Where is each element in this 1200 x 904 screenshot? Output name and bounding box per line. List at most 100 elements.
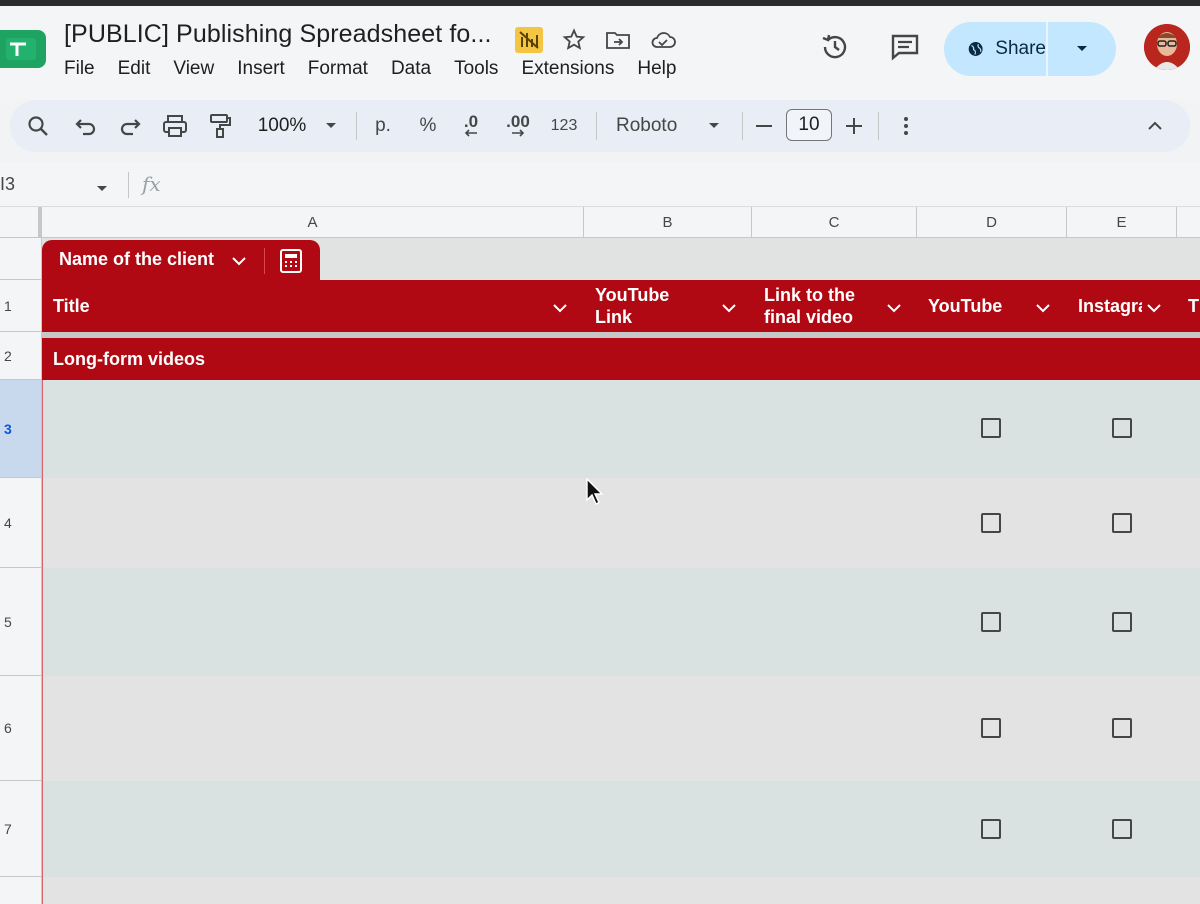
decrease-font-size-icon[interactable] <box>752 100 776 152</box>
table-menu-chevron-icon[interactable] <box>231 254 247 272</box>
header-instagram[interactable]: Instagra <box>1078 280 1142 332</box>
column-menu-chevron-icon[interactable] <box>552 300 568 316</box>
menu-file[interactable]: File <box>64 58 95 80</box>
table-row[interactable] <box>42 877 1200 904</box>
column-menu-chevron-icon[interactable] <box>1035 300 1051 316</box>
header-youtube[interactable]: YouTube <box>928 280 1028 332</box>
checkbox-youtube-row6[interactable] <box>981 718 1001 738</box>
menu-extensions[interactable]: Extensions <box>521 58 614 80</box>
checkbox-instagram-row3[interactable] <box>1112 418 1132 438</box>
menu-format[interactable]: Format <box>308 58 368 80</box>
menu-data[interactable]: Data <box>391 58 431 80</box>
increase-font-size-icon[interactable] <box>842 100 866 152</box>
group-row[interactable] <box>42 338 1200 380</box>
avatar[interactable] <box>1144 24 1190 70</box>
column-menu-chevron-icon[interactable] <box>1146 300 1162 316</box>
sheets-logo-icon[interactable] <box>0 30 46 68</box>
zoom-caret-icon[interactable] <box>322 100 340 152</box>
row-header-4[interactable]: 4 <box>0 478 42 568</box>
paint-format-icon[interactable] <box>206 100 234 152</box>
name-box-caret-icon[interactable] <box>96 180 108 198</box>
table-row[interactable] <box>42 568 1200 676</box>
percent-format-button[interactable]: % <box>414 100 442 152</box>
column-menu-chevron-icon[interactable] <box>886 300 902 316</box>
share-button[interactable]: Share <box>944 22 1046 76</box>
table-name[interactable]: Name of the client <box>59 249 214 270</box>
checkbox-youtube-row5[interactable] <box>981 612 1001 632</box>
row-header-1[interactable]: 1 <box>0 280 42 332</box>
table-left-border <box>42 380 43 904</box>
select-all-corner[interactable] <box>0 207 42 238</box>
star-icon[interactable] <box>560 26 588 54</box>
row-header-6[interactable]: 6 <box>0 676 42 781</box>
column-header-c[interactable]: C <box>752 207 917 238</box>
header-final-video[interactable]: Link to the final video <box>764 280 884 332</box>
menu-view[interactable]: View <box>173 58 214 80</box>
row-header-table <box>0 238 42 280</box>
table-row[interactable] <box>42 478 1200 568</box>
row-header-2[interactable]: 2 <box>0 332 42 380</box>
menu-tools[interactable]: Tools <box>454 58 498 80</box>
more-formats-button[interactable]: 123 <box>546 100 582 152</box>
arrow-right-icon <box>512 129 525 137</box>
header-title[interactable]: Title <box>53 280 543 332</box>
redo-icon[interactable] <box>116 100 144 152</box>
zoom-select[interactable]: 100% <box>250 100 314 152</box>
header-youtube-link[interactable]: YouTube Link <box>595 280 715 332</box>
comments-icon[interactable] <box>888 30 922 64</box>
menu-edit[interactable]: Edit <box>118 58 151 80</box>
decrease-decimal-label: .0 <box>463 112 479 131</box>
column-header-e[interactable]: E <box>1067 207 1177 238</box>
table-row[interactable] <box>42 380 1200 478</box>
checkbox-instagram-row7[interactable] <box>1112 819 1132 839</box>
checkbox-instagram-row5[interactable] <box>1112 612 1132 632</box>
column-menu-chevron-icon[interactable] <box>721 300 737 316</box>
document-title[interactable]: [PUBLIC] Publishing Spreadsheet fo... <box>64 20 492 49</box>
mouse-pointer-icon <box>586 477 604 511</box>
checkbox-instagram-row6[interactable] <box>1112 718 1132 738</box>
currency-format-button[interactable]: p. <box>368 100 398 152</box>
share-dropdown-button[interactable] <box>1048 22 1116 76</box>
header-final-video-line1: Link to the <box>764 285 855 305</box>
move-folder-icon[interactable] <box>604 26 632 54</box>
more-options-icon[interactable] <box>894 100 918 152</box>
checkbox-instagram-row4[interactable] <box>1112 513 1132 533</box>
menu-bar: File Edit View Insert Format Data Tools … <box>64 58 699 80</box>
decrease-decimal-button[interactable]: .0 <box>456 100 486 152</box>
column-header-f[interactable] <box>1177 207 1200 238</box>
row-header-5[interactable]: 5 <box>0 568 42 676</box>
header-final-video-line2: final video <box>764 307 854 327</box>
search-icon[interactable] <box>24 100 52 152</box>
font-size-input[interactable]: 10 <box>786 109 832 141</box>
formula-input[interactable] <box>170 168 1190 200</box>
row-header-7[interactable]: 7 <box>0 781 42 877</box>
column-header-b[interactable]: B <box>584 207 752 238</box>
group-label: Long-form videos <box>53 349 205 369</box>
increase-decimal-button[interactable]: .00 <box>500 100 536 152</box>
table-row[interactable] <box>42 781 1200 877</box>
row-header-3[interactable]: 3 <box>0 380 42 478</box>
menu-help[interactable]: Help <box>637 58 676 80</box>
checkbox-youtube-row3[interactable] <box>981 418 1001 438</box>
collapse-toolbar-icon[interactable] <box>1142 100 1168 152</box>
table-calculator-icon[interactable] <box>280 249 302 278</box>
no-chart-icon[interactable] <box>514 26 544 54</box>
name-box[interactable]: I3 <box>0 174 15 195</box>
column-header-d[interactable]: D <box>917 207 1067 238</box>
font-caret-icon[interactable] <box>704 100 724 152</box>
checkbox-youtube-row7[interactable] <box>981 819 1001 839</box>
row-header-8[interactable] <box>0 877 42 904</box>
version-history-icon[interactable] <box>818 30 852 64</box>
cloud-status-icon[interactable] <box>648 26 678 54</box>
header-next-column[interactable]: T <box>1188 280 1200 332</box>
checkbox-youtube-row4[interactable] <box>981 513 1001 533</box>
undo-icon[interactable] <box>72 100 100 152</box>
menu-insert[interactable]: Insert <box>237 58 285 80</box>
print-icon[interactable] <box>160 100 190 152</box>
table-row[interactable] <box>42 676 1200 781</box>
toolbar-divider <box>596 112 597 140</box>
column-header-a[interactable]: A <box>42 207 584 238</box>
share-label: Share <box>995 38 1046 59</box>
font-select[interactable]: Roboto <box>608 100 698 152</box>
arrow-left-icon <box>464 129 477 137</box>
